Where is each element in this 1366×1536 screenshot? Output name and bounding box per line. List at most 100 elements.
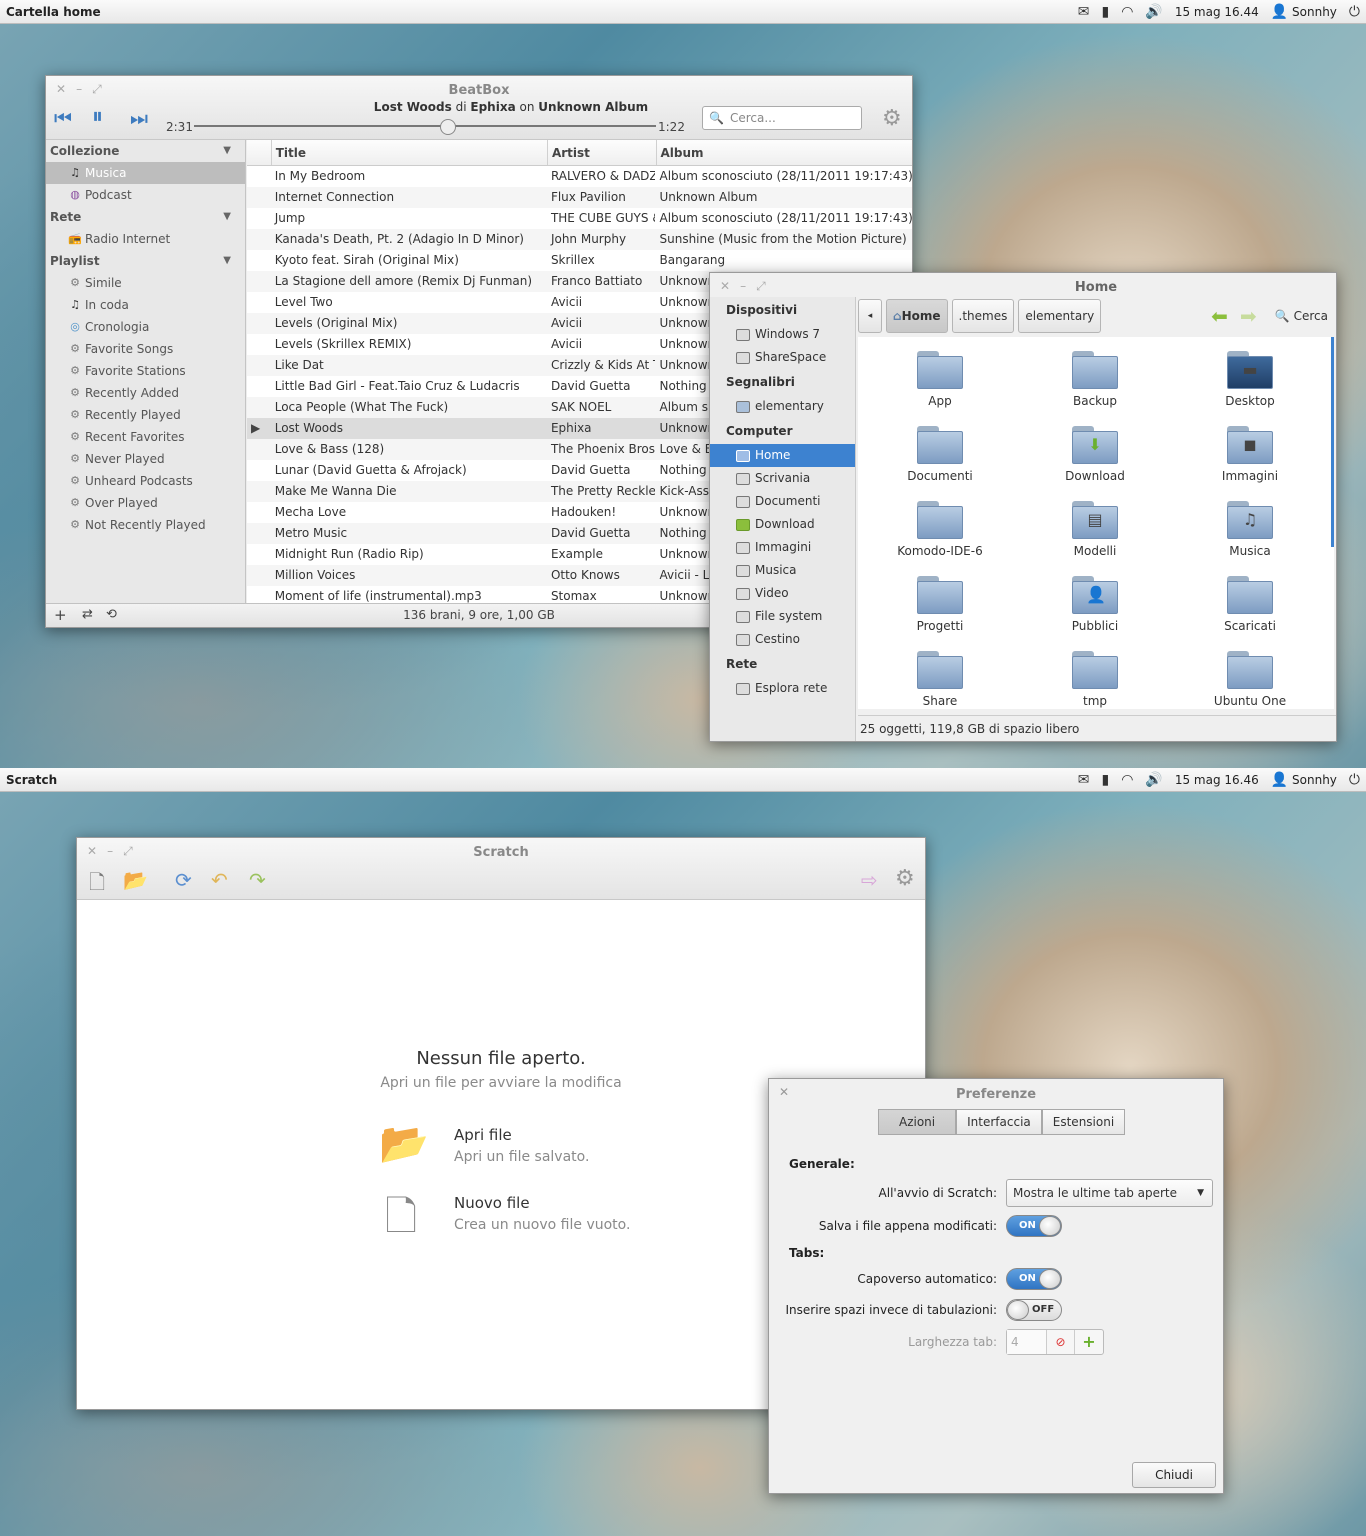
tab-azioni[interactable]: Azioni (878, 1109, 957, 1135)
avvio-select[interactable]: Mostra le ultime tab aperte ▼ (1006, 1179, 1213, 1207)
sidebar-header-collezione[interactable]: Collezione ▼ (46, 140, 245, 162)
tab-estensioni[interactable]: Estensioni (1041, 1109, 1126, 1135)
folder-item[interactable]: Progetti (885, 576, 995, 633)
sidebar-item[interactable]: Musica (710, 559, 855, 582)
sidebar-item[interactable]: Scrivania (710, 467, 855, 490)
sidebar-item[interactable]: Video (710, 582, 855, 605)
path-button[interactable]: .themes (951, 299, 1015, 333)
table-row[interactable]: Jump THE CUBE GUYS & LAlbum sconosciuto (… (247, 208, 912, 229)
table-row[interactable]: Kyoto feat. Sirah (Original Mix) Skrillex… (247, 250, 912, 271)
battery-icon[interactable]: ▮ (1101, 772, 1109, 788)
sidebar-item-playlist[interactable]: ⚙ Over Played (46, 492, 245, 514)
table-row[interactable]: In My Bedroom RALVERO & DADZ Album sconosc… (247, 166, 912, 187)
path-button[interactable]: ⌂ Home (886, 299, 948, 333)
path-button[interactable]: elementary (1018, 299, 1102, 333)
close-icon[interactable]: ✕ (720, 279, 730, 294)
search-input[interactable]: 🔍 Cerca... (702, 106, 862, 130)
folder-item[interactable]: Backup (1040, 351, 1150, 408)
folder-item[interactable]: tmp (1040, 651, 1150, 708)
sidebar-item-playlist[interactable]: ⚙ Favorite Stations (46, 360, 245, 382)
sidebar-item[interactable]: File system (710, 605, 855, 628)
panel-user[interactable]: 👤 Sonnhy (1271, 4, 1337, 20)
sidebar-item[interactable]: Esplora rete (710, 677, 855, 700)
sidebar-item[interactable]: Windows 7 (710, 323, 855, 346)
folder-item[interactable]: ▤ Modelli (1040, 501, 1150, 558)
session-icon[interactable]: ⏻ (1349, 4, 1360, 20)
tab-width-value[interactable]: 4 (1007, 1330, 1047, 1354)
path-back-button[interactable]: ◂ (858, 299, 882, 333)
sidebar-item-playlist[interactable]: ⚙ Favorite Songs (46, 338, 245, 360)
sidebar-item-radio[interactable]: 📻 Radio Internet (46, 228, 245, 250)
tab-interfaccia[interactable]: Interfaccia (956, 1109, 1042, 1135)
folder-item[interactable]: ♫ Musica (1195, 501, 1305, 558)
capoverso-toggle[interactable]: ON (1006, 1268, 1062, 1290)
column-artist[interactable]: Artist (546, 140, 656, 165)
search-label[interactable]: Cerca (1294, 309, 1328, 323)
pause-icon[interactable]: ⏸ (92, 104, 103, 129)
folder-item[interactable]: App (885, 351, 995, 408)
folder-item[interactable]: ▬ Desktop (1195, 351, 1305, 408)
folder-item[interactable]: Share (885, 651, 995, 708)
maximize-icon[interactable]: ⤢ (756, 279, 766, 294)
folder-item[interactable]: Scaricati (1195, 576, 1305, 633)
close-button[interactable]: Chiudi (1132, 1462, 1216, 1488)
sidebar-item[interactable]: Home (710, 444, 855, 467)
folder-item[interactable]: ⬇ Download (1040, 426, 1150, 483)
panel-clock[interactable]: 15 mag 16.44 (1175, 5, 1259, 19)
sidebar-item-playlist[interactable]: ◎ Cronologia (46, 316, 245, 338)
sidebar-item[interactable]: Download (710, 513, 855, 536)
open-file-icon[interactable]: 📂 (123, 868, 148, 892)
table-row[interactable]: Kanada's Death, Pt. 2 (Adagio In D Minor… (247, 229, 912, 250)
spazi-toggle[interactable]: OFF (1006, 1299, 1062, 1321)
collapse-icon[interactable]: ▼ (223, 206, 231, 228)
battery-icon[interactable]: ▮ (1101, 4, 1109, 20)
gear-icon[interactable]: ⚙ (882, 106, 902, 131)
forward-arrow-icon[interactable]: ➡ (1240, 304, 1257, 328)
folder-item[interactable]: 👤 Pubblici (1040, 576, 1150, 633)
previous-icon[interactable]: ⏮ (54, 106, 72, 130)
sidebar-item-playlist[interactable]: ⚙ Recently Added (46, 382, 245, 404)
new-file-icon[interactable]: 🗋 (89, 868, 105, 902)
sidebar-header-playlist[interactable]: Playlist ▼ (46, 250, 245, 272)
sidebar-item[interactable]: Immagini (710, 536, 855, 559)
sidebar-item-playlist[interactable]: ⚙ Never Played (46, 448, 245, 470)
seek-slider[interactable] (194, 119, 656, 135)
sidebar-item[interactable]: ShareSpace (710, 346, 855, 369)
redo-icon[interactable]: ↷ (249, 868, 266, 892)
wifi-icon[interactable]: ◠ (1121, 772, 1133, 788)
wifi-icon[interactable]: ◠ (1121, 4, 1133, 20)
session-icon[interactable]: ⏻ (1349, 772, 1360, 788)
folder-item[interactable]: Documenti (885, 426, 995, 483)
volume-icon[interactable]: 🔊 (1145, 4, 1162, 20)
folder-item[interactable]: Ubuntu One (1195, 651, 1305, 708)
undo-icon[interactable]: ↶ (211, 868, 228, 892)
sidebar-item-playlist[interactable]: ⚙ Simile (46, 272, 245, 294)
minimize-icon[interactable]: – (740, 279, 746, 294)
sidebar-item-playlist[interactable]: ⚙ Not Recently Played (46, 514, 245, 536)
column-playing[interactable] (247, 140, 271, 165)
new-file-action[interactable]: 🗋 Nuovo file Crea un nuovo file vuoto. (379, 1188, 679, 1244)
sidebar-item-playlist[interactable]: ⚙ Recently Played (46, 404, 245, 426)
scrollbar[interactable] (1331, 337, 1334, 547)
back-arrow-icon[interactable]: ⬅ (1211, 304, 1228, 328)
increment-icon[interactable]: + (1075, 1330, 1103, 1354)
decrement-icon[interactable]: ⊘ (1047, 1330, 1075, 1354)
column-title[interactable]: Title (270, 140, 547, 165)
sidebar-item-playlist[interactable]: ⚙ Recent Favorites (46, 426, 245, 448)
folder-item[interactable]: Komodo-IDE-6 (885, 501, 995, 558)
share-icon[interactable]: ⇨ (861, 868, 878, 892)
collapse-icon[interactable]: ▼ (223, 250, 231, 272)
sidebar-item[interactable]: Cestino (710, 628, 855, 651)
collapse-icon[interactable]: ▼ (223, 140, 231, 162)
folder-item[interactable]: ◼ Immagini (1195, 426, 1305, 483)
search-icon[interactable]: 🔍 (1275, 309, 1290, 323)
sidebar-item-playlist[interactable]: ⚙ Unheard Podcasts (46, 470, 245, 492)
gear-icon[interactable]: ⚙ (895, 866, 915, 891)
seek-knob[interactable] (440, 119, 457, 135)
sidebar-item-musica[interactable]: ♫ Musica (46, 162, 245, 184)
mail-icon[interactable]: ✉ (1078, 4, 1090, 20)
volume-icon[interactable]: 🔊 (1145, 772, 1162, 788)
tab-width-spinner[interactable]: 4 ⊘ + (1006, 1329, 1104, 1355)
sidebar-item-podcast[interactable]: ◍ Podcast (46, 184, 245, 206)
panel-user[interactable]: 👤 Sonnhy (1271, 772, 1337, 788)
